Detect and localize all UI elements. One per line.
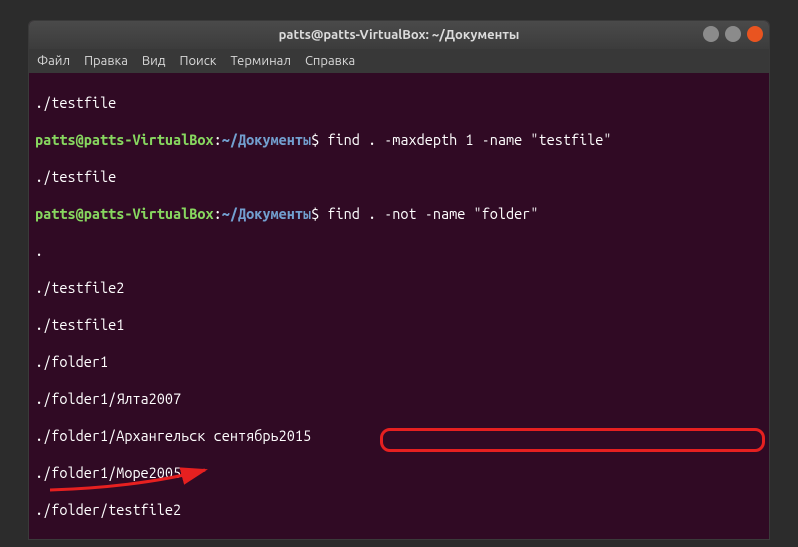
menu-file[interactable]: Файл	[37, 54, 70, 68]
output-line: ./testfile	[35, 94, 763, 113]
output-line: ./folder/testfile1	[35, 538, 763, 541]
output-line: ./folder1/Ялта2007	[35, 390, 763, 409]
window-controls	[703, 26, 763, 42]
menu-view[interactable]: Вид	[142, 54, 166, 68]
menu-help[interactable]: Справка	[305, 54, 355, 68]
terminal-output[interactable]: ./testfile patts@patts-VirtualBox:~/Доку…	[29, 73, 769, 540]
maximize-button[interactable]	[725, 26, 741, 42]
output-line: ./folder/testfile2	[35, 501, 763, 520]
prompt-line: patts@patts-VirtualBox:~/Документы$ find…	[35, 131, 763, 150]
menu-edit[interactable]: Правка	[84, 54, 128, 68]
menu-terminal[interactable]: Терминал	[230, 54, 290, 68]
output-line: ./testfile2	[35, 279, 763, 298]
titlebar: patts@patts-VirtualBox: ~/Документы	[29, 21, 769, 49]
close-button[interactable]	[747, 26, 763, 42]
menu-search[interactable]: Поиск	[179, 54, 216, 68]
output-line: ./testfile1	[35, 316, 763, 335]
output-line: ./testfile	[35, 168, 763, 187]
terminal-window: patts@patts-VirtualBox: ~/Документы Файл…	[28, 20, 770, 540]
prompt-line: patts@patts-VirtualBox:~/Документы$ find…	[35, 205, 763, 224]
output-line: ./folder1	[35, 353, 763, 372]
menubar: Файл Правка Вид Поиск Терминал Справка	[29, 49, 769, 73]
output-line: ./folder1/Архангельск сентябрь2015	[35, 427, 763, 446]
window-title: patts@patts-VirtualBox: ~/Документы	[279, 28, 520, 42]
output-line: ./folder1/Море2005	[35, 464, 763, 483]
output-line: .	[35, 242, 763, 261]
minimize-button[interactable]	[703, 26, 719, 42]
